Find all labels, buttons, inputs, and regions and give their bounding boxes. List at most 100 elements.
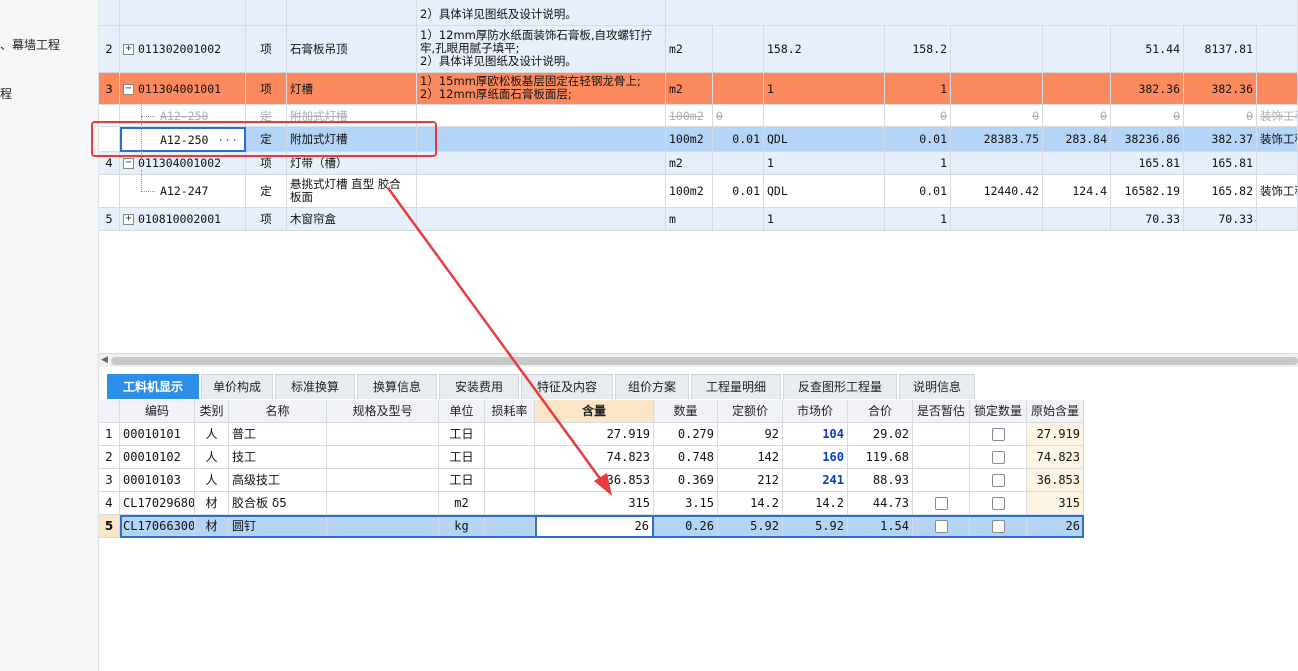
nav-item-curtain-wall[interactable]: 、幕墙工程 (0, 36, 60, 53)
content-cell[interactable]: 27.919 (535, 423, 654, 446)
content-cell[interactable]: 74.823 (535, 446, 654, 469)
header-content[interactable]: 含量 (535, 400, 654, 423)
qty-cell[interactable]: 1 (885, 208, 951, 231)
expand-icon[interactable]: + (123, 214, 134, 225)
qty-cell[interactable]: 158.2 (885, 26, 951, 73)
lock-qty-cell[interactable] (970, 423, 1027, 446)
name-cell[interactable]: 胶合板 δ5 (229, 492, 327, 515)
scroll-left-icon[interactable]: ◀ (101, 355, 108, 365)
spec-cell[interactable] (327, 515, 439, 538)
content-cell[interactable]: 315 (535, 492, 654, 515)
lock-qty-cell[interactable] (970, 469, 1027, 492)
code-cell[interactable]: −011304001002 (120, 152, 246, 175)
code-cell[interactable]: 00010102 (120, 446, 195, 469)
tab-pricing-scheme[interactable]: 组价方案 (615, 374, 689, 399)
unit-cell[interactable]: m2 (666, 73, 713, 105)
content-cell[interactable]: 0.01 (713, 127, 764, 152)
tab-conversion-info[interactable]: 换算信息 (357, 374, 437, 399)
lock-qty-cell[interactable] (970, 515, 1027, 538)
name-cell[interactable]: 灯带（槽） (287, 152, 417, 175)
provisional-cell[interactable] (913, 492, 970, 515)
tab-standard-conversion[interactable]: 标准换算 (275, 374, 355, 399)
code-cell[interactable]: A12-250 (120, 105, 246, 127)
unit-cell[interactable]: m (666, 208, 713, 231)
market-price-cell[interactable]: 104 (783, 423, 848, 446)
qty-expr-cell[interactable]: 1 (764, 208, 885, 231)
unit-cell[interactable]: 100m2 (666, 127, 713, 152)
collapse-icon[interactable]: − (123, 158, 134, 169)
name-cell[interactable]: 附加式灯槽 (287, 105, 417, 127)
content-cell[interactable] (713, 208, 764, 231)
content-cell[interactable]: 36.853 (535, 469, 654, 492)
header-name[interactable]: 名称 (229, 400, 327, 423)
tab-notes[interactable]: 说明信息 (899, 374, 975, 399)
loss-cell[interactable] (485, 515, 535, 538)
qty-expr-cell[interactable] (764, 105, 885, 127)
code-cell[interactable]: +010810002001 (120, 208, 246, 231)
code-cell[interactable]: 00010103 (120, 469, 195, 492)
header-lock-qty[interactable]: 锁定数量 (970, 400, 1027, 423)
content-input[interactable]: 26 (535, 515, 654, 538)
qty-expr-cell[interactable]: 1 (764, 152, 885, 175)
tab-unit-price[interactable]: 单价构成 (201, 374, 273, 399)
loss-cell[interactable] (485, 423, 535, 446)
header-unit[interactable]: 单位 (439, 400, 485, 423)
content-cell[interactable]: 0.01 (713, 175, 764, 208)
loss-cell[interactable] (485, 469, 535, 492)
desc-cell[interactable]: 1）12mm厚防水纸面装饰石膏板,自攻螺钉拧 牢,孔眼用腻子填平; 2）具体详见… (417, 26, 666, 73)
header-quantity[interactable]: 数量 (654, 400, 718, 423)
unit-cell[interactable]: 工日 (439, 469, 485, 492)
scrollbar-thumb[interactable] (111, 357, 1298, 365)
tab-quantity-detail[interactable]: 工程量明细 (691, 374, 781, 399)
name-cell[interactable]: 高级技工 (229, 469, 327, 492)
type-cell[interactable]: 人 (195, 469, 229, 492)
tab-features[interactable]: 特征及内容 (521, 374, 613, 399)
lock-qty-checkbox[interactable] (991, 474, 1005, 487)
header-sum[interactable]: 合价 (848, 400, 913, 423)
desc-cell[interactable] (417, 175, 666, 208)
name-cell[interactable]: 悬挑式灯槽 直型 胶合 板面 (287, 175, 417, 208)
name-cell[interactable]: 技工 (229, 446, 327, 469)
type-cell[interactable]: 材 (195, 492, 229, 515)
unit-cell[interactable]: kg (439, 515, 485, 538)
tab-reverse-lookup[interactable]: 反查图形工程量 (783, 374, 897, 399)
spec-cell[interactable] (327, 423, 439, 446)
code-cell[interactable]: CL17066300 (120, 515, 195, 538)
name-cell[interactable]: 圆钉 (229, 515, 327, 538)
code-cell[interactable]: A12-247 (120, 175, 246, 208)
collapse-icon[interactable]: − (123, 84, 134, 95)
desc-cell[interactable] (417, 127, 666, 152)
lock-qty-cell[interactable] (970, 446, 1027, 469)
tab-labor-material[interactable]: 工料机显示 (107, 374, 199, 399)
content-cell[interactable] (713, 152, 764, 175)
desc-cell[interactable] (417, 152, 666, 175)
qty-expr-cell[interactable]: QDL (764, 175, 885, 208)
content-cell[interactable]: 0 (713, 105, 764, 127)
unit-cell[interactable]: 100m2 (666, 175, 713, 208)
header-original-content[interactable]: 原始含量 (1027, 400, 1084, 423)
qty-cell[interactable]: 0.748 (654, 446, 718, 469)
header-type[interactable]: 类别 (195, 400, 229, 423)
desc-cell[interactable]: 1）15mm厚欧松板基层固定在轻钢龙骨上; 2）12mm厚纸面石膏板面层; (417, 73, 666, 105)
type-cell[interactable]: 人 (195, 446, 229, 469)
content-cell[interactable] (713, 73, 764, 105)
name-cell[interactable]: 石膏板吊顶 (287, 26, 417, 73)
type-cell[interactable]: 人 (195, 423, 229, 446)
qty-expr-cell[interactable]: 158.2 (764, 26, 885, 73)
code-cell[interactable]: +011302001002 (120, 26, 246, 73)
lock-qty-checkbox[interactable] (991, 497, 1005, 510)
horizontal-scrollbar[interactable]: ◀ (99, 353, 1298, 367)
market-price-cell[interactable]: 241 (783, 469, 848, 492)
spec-cell[interactable] (327, 492, 439, 515)
name-cell[interactable]: 附加式灯槽 (287, 127, 417, 152)
header-market-price[interactable]: 市场价 (783, 400, 848, 423)
qty-cell[interactable]: 0.279 (654, 423, 718, 446)
expand-icon[interactable]: + (123, 44, 134, 55)
provisional-checkbox[interactable] (934, 520, 948, 533)
unit-cell[interactable]: 100m2 (666, 105, 713, 127)
qty-cell[interactable]: 0.01 (885, 175, 951, 208)
qty-cell[interactable]: 1 (885, 152, 951, 175)
desc-cell[interactable] (417, 105, 666, 127)
qty-cell[interactable]: 0.369 (654, 469, 718, 492)
provisional-cell[interactable] (913, 515, 970, 538)
